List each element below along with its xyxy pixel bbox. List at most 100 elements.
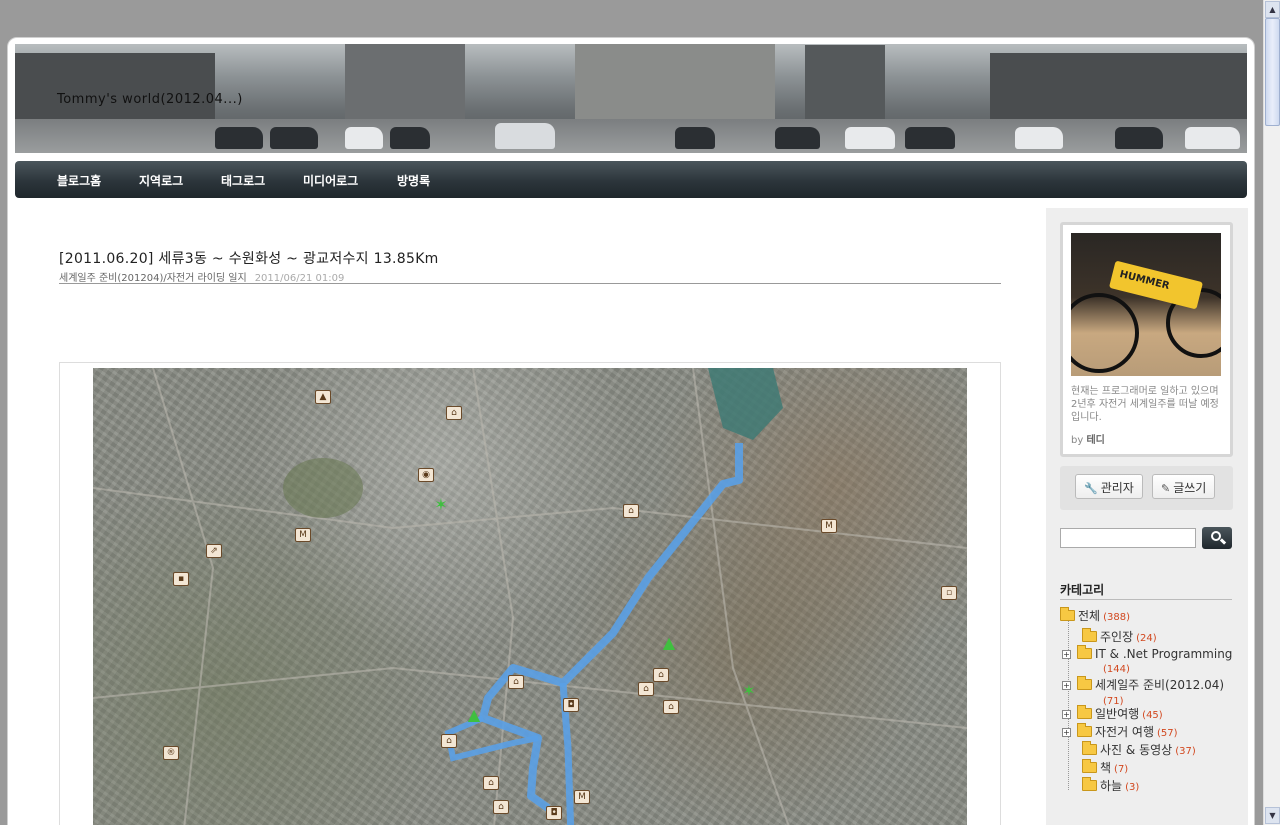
category-heading: 카테고리 (1060, 583, 1105, 597)
by-label: by (1071, 435, 1084, 446)
category-item-books[interactable]: 책 (7) (1082, 759, 1254, 776)
category-count: (45) (1142, 710, 1163, 721)
header-banner[interactable]: Tommy's world(2012.04...) (15, 44, 1247, 153)
poi-icon[interactable]: ⇗ (206, 544, 222, 558)
category-label: IT & .Net Programming (1095, 647, 1233, 661)
route-overlay (93, 368, 967, 825)
banner-car (1185, 127, 1240, 149)
banner-bus (495, 123, 555, 149)
camera-icon[interactable]: ◘ (563, 698, 579, 712)
category-label: 사진 & 동영상 (1100, 743, 1173, 757)
category-count: (57) (1157, 728, 1178, 739)
write-label: 글쓰기 (1173, 481, 1207, 495)
blog-page: Tommy's world(2012.04...) 블로그홈 지역로그 태그로그… (7, 37, 1255, 825)
admin-button[interactable]: 🔧 관리자 (1075, 474, 1143, 499)
poi-icon[interactable]: ◉ (418, 468, 434, 482)
category-label: 하늘 (1100, 779, 1123, 793)
category-count: (388) (1103, 612, 1130, 623)
banner-building (805, 45, 885, 123)
poi-icon[interactable]: ⌂ (441, 734, 457, 748)
category-item-photo-video[interactable]: 사진 & 동영상 (37) (1082, 741, 1254, 758)
category-label: 주인장 (1100, 630, 1134, 644)
poi-tree-icon[interactable]: ▲ (661, 635, 677, 651)
poi-icon[interactable]: ⌂ (493, 800, 509, 814)
admin-button-row: 🔧 관리자 ✎ 글쓰기 (1060, 466, 1233, 510)
nav-location-log[interactable]: 지역로그 (139, 172, 183, 189)
expand-icon[interactable]: + (1062, 681, 1071, 690)
map-park (283, 458, 363, 518)
pencil-icon: ✎ (1161, 482, 1171, 495)
poi-museum-icon[interactable]: M (295, 528, 311, 542)
banner-car (675, 127, 715, 149)
poi-museum-icon[interactable]: ⌂ (623, 504, 639, 518)
category-item-world-trip[interactable]: + 세계일주 준비(2012.04) (71) (1062, 676, 1252, 707)
poi-icon[interactable]: ⌂ (663, 700, 679, 714)
poi-icon[interactable]: ▫ (941, 586, 957, 600)
banner-car (905, 127, 955, 149)
poi-icon[interactable]: ▪ (173, 572, 189, 586)
profile-description: 현재는 프로그래머로 일하고 있으며 2년후 자전거 세계일주를 떠날 예정입니… (1071, 386, 1219, 423)
category-count: (37) (1175, 746, 1196, 757)
wrench-icon: 🔧 (1084, 482, 1098, 495)
blog-title[interactable]: Tommy's world(2012.04...) (57, 92, 243, 107)
poi-icon[interactable]: ⌂ (508, 675, 524, 689)
poi-icon[interactable]: ▲ (315, 390, 331, 404)
search-button[interactable] (1202, 527, 1232, 549)
post-title[interactable]: [2011.06.20] 세류3동 ~ 수원화성 ~ 광교저수지 13.85Km (59, 248, 439, 268)
poi-icon[interactable]: ® (163, 746, 179, 760)
category-label: 일반여행 (1095, 707, 1140, 721)
route-path-1 (479, 443, 743, 812)
bike-wheel (1071, 293, 1139, 373)
write-button[interactable]: ✎ 글쓰기 (1152, 474, 1216, 499)
scroll-down-arrow-icon[interactable]: ▼ (1265, 807, 1280, 824)
folder-icon (1077, 676, 1092, 690)
admin-label: 관리자 (1100, 481, 1134, 495)
category-label: 세계일주 준비(2012.04) (1095, 678, 1225, 692)
poi-icon[interactable]: ⌂ (653, 668, 669, 682)
expand-icon[interactable]: + (1062, 710, 1071, 719)
category-count: (144) (1103, 664, 1130, 675)
category-item-sky[interactable]: 하늘 (3) (1082, 777, 1254, 794)
category-label: 책 (1100, 761, 1112, 775)
category-count: (7) (1114, 764, 1129, 775)
banner-car (390, 127, 430, 149)
category-item-it-programming[interactable]: + IT & .Net Programming (144) (1062, 645, 1252, 675)
map-reservoir (708, 368, 783, 440)
nav-tag-log[interactable]: 태그로그 (221, 172, 265, 189)
scroll-up-arrow-icon[interactable]: ▲ (1265, 1, 1280, 18)
main-nav: 블로그홈 지역로그 태그로그 미디어로그 방명록 (15, 161, 1247, 198)
map-roads (93, 368, 967, 825)
profile-photo[interactable]: HUMMER (1071, 233, 1221, 376)
category-item-owner[interactable]: 주인장 (24) (1082, 628, 1254, 645)
vertical-scrollbar[interactable]: ▲ ▼ (1263, 0, 1280, 825)
banner-building (15, 53, 215, 123)
folder-icon (1082, 628, 1097, 642)
scrollbar-thumb[interactable] (1265, 18, 1280, 126)
author-name[interactable]: 테디 (1086, 435, 1104, 446)
expand-icon[interactable]: + (1062, 728, 1071, 737)
search-input[interactable] (1060, 528, 1196, 548)
banner-car (1115, 127, 1163, 149)
poi-museum-icon[interactable]: M (574, 790, 590, 804)
poi-museum-icon[interactable]: ⌂ (446, 406, 462, 420)
category-item-bike-travel[interactable]: + 자전거 여행 (57) (1062, 723, 1252, 740)
folder-icon (1082, 777, 1097, 791)
nav-guestbook[interactable]: 방명록 (397, 172, 430, 189)
poi-park-icon[interactable]: ✶ (433, 497, 449, 513)
route-map-image[interactable]: ▲ ⌂ ◉ ✶ ⌂ M ⇗ M ▲ ⌂ ⌂ ⌂ ▲ ⌂ ⌂ ◘ ✶ ⌂ ⌂ M … (93, 368, 967, 825)
expand-icon[interactable]: + (1062, 650, 1071, 659)
nav-media-log[interactable]: 미디어로그 (303, 172, 358, 189)
post-meta: 세계일주 준비(201204)/자전거 라이딩 일지 2011/06/21 01:… (59, 269, 344, 284)
camera-icon[interactable]: ◘ (546, 806, 562, 820)
category-item-all[interactable]: 전체 (388) (1060, 607, 1250, 624)
poi-museum-icon[interactable]: M (821, 519, 837, 533)
poi-icon[interactable]: ⌂ (483, 776, 499, 790)
category-item-general-travel[interactable]: + 일반여행 (45) (1062, 705, 1252, 722)
banner-building (990, 53, 1247, 123)
banner-car (345, 127, 383, 149)
poi-icon[interactable]: ⌂ (638, 682, 654, 696)
poi-tree-icon[interactable]: ▲ (466, 707, 482, 723)
search-icon-handle (1219, 538, 1227, 545)
nav-blog-home[interactable]: 블로그홈 (57, 172, 101, 189)
poi-park-icon[interactable]: ✶ (741, 683, 757, 699)
